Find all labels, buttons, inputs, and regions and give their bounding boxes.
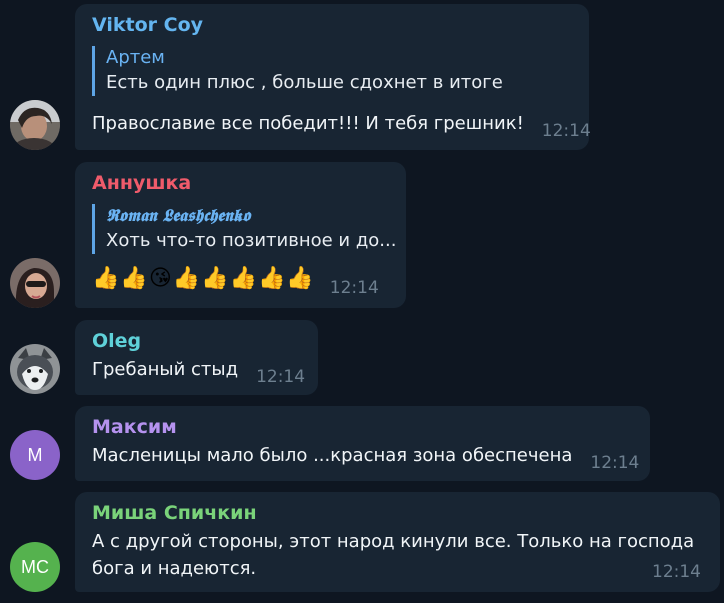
message-text-line: А с другой стороны, этот народ кинули вс… bbox=[92, 531, 695, 552]
sender-name[interactable]: Аннушка bbox=[92, 170, 394, 196]
sender-name[interactable]: Миша Спичкин bbox=[92, 500, 708, 526]
message-bubble[interactable]: Максим Масленицы мало было ...красная зо… bbox=[75, 406, 650, 481]
quote-author: Артем bbox=[106, 47, 165, 68]
message-bubble[interactable]: Oleg Гребаный стыд 12:14 bbox=[75, 320, 318, 395]
sender-name[interactable]: Oleg bbox=[92, 328, 306, 354]
user-photo-icon bbox=[10, 100, 60, 150]
quote-text: Хоть что-то позитивное и до... bbox=[106, 230, 397, 251]
sender-name[interactable]: Максим bbox=[92, 414, 638, 440]
message-bubble[interactable]: Миша Спичкин А с другой стороны, этот на… bbox=[75, 492, 720, 592]
kiss-face-icon: 😘 bbox=[148, 266, 172, 291]
message-time: 12:14 bbox=[329, 278, 379, 298]
husky-photo-icon bbox=[10, 344, 60, 394]
thumbs-up-icon: 👍 bbox=[229, 266, 257, 291]
thumbs-up-icon: 👍 bbox=[201, 266, 229, 291]
thumbs-up-icon: 👍 bbox=[286, 266, 314, 291]
thumbs-up-icon: 👍 bbox=[172, 266, 201, 291]
user-photo-icon bbox=[10, 258, 60, 308]
message-time: 12:14 bbox=[541, 121, 591, 141]
sender-name[interactable]: Viktor Coy bbox=[92, 12, 577, 38]
avatar-initials: МС bbox=[21, 556, 49, 577]
reply-quote[interactable]: Артем Есть один плюс , больше сдохнет в … bbox=[92, 46, 577, 96]
message-text: Гребаный стыд bbox=[92, 359, 239, 380]
avatar-initials: М bbox=[27, 444, 43, 465]
message-time: 12:14 bbox=[590, 453, 640, 473]
avatar[interactable]: МС bbox=[10, 542, 60, 592]
quote-text: Есть один плюс , больше сдохнет в итоге bbox=[106, 72, 503, 93]
message-bubble[interactable]: Viktor Coy Артем Есть один плюс , больше… bbox=[75, 4, 591, 150]
emoji-row: 👍 👍 😘 👍 👍 👍 👍 👍 bbox=[92, 264, 314, 294]
avatar[interactable]: М bbox=[10, 430, 60, 480]
message-text: Православие все победит!!! И тебя грешни… bbox=[92, 113, 524, 134]
avatar[interactable] bbox=[10, 258, 60, 308]
thumbs-up-icon: 👍 bbox=[120, 266, 148, 291]
thumbs-up-icon: 👍 bbox=[257, 266, 286, 291]
message-text: Масленицы мало было ...красная зона обес… bbox=[92, 445, 573, 466]
reply-quote[interactable]: 𝕽𝖔𝖒𝖆𝖓 𝕷𝖊𝖆𝖘𝖍𝖈𝖍𝖊𝖓𝖐𝖔 Хоть что-то позитивное… bbox=[92, 204, 397, 254]
message-bubble[interactable]: Аннушка 𝕽𝖔𝖒𝖆𝖓 𝕷𝖊𝖆𝖘𝖍𝖈𝖍𝖊𝖓𝖐𝖔 Хоть что-то по… bbox=[75, 162, 406, 308]
message-time: 12:14 bbox=[652, 562, 701, 582]
avatar[interactable] bbox=[10, 344, 60, 394]
message-text: А с другой стороны, этот народ кинули вс… bbox=[92, 528, 708, 582]
thumbs-up-icon: 👍 bbox=[92, 266, 120, 291]
message-time: 12:14 bbox=[256, 367, 306, 387]
message-text-line: бога и надеются. bbox=[92, 558, 257, 579]
quote-author: 𝕽𝖔𝖒𝖆𝖓 𝕷𝖊𝖆𝖘𝖍𝖈𝖍𝖊𝖓𝖐𝖔 bbox=[106, 206, 251, 226]
avatar[interactable] bbox=[10, 100, 60, 150]
